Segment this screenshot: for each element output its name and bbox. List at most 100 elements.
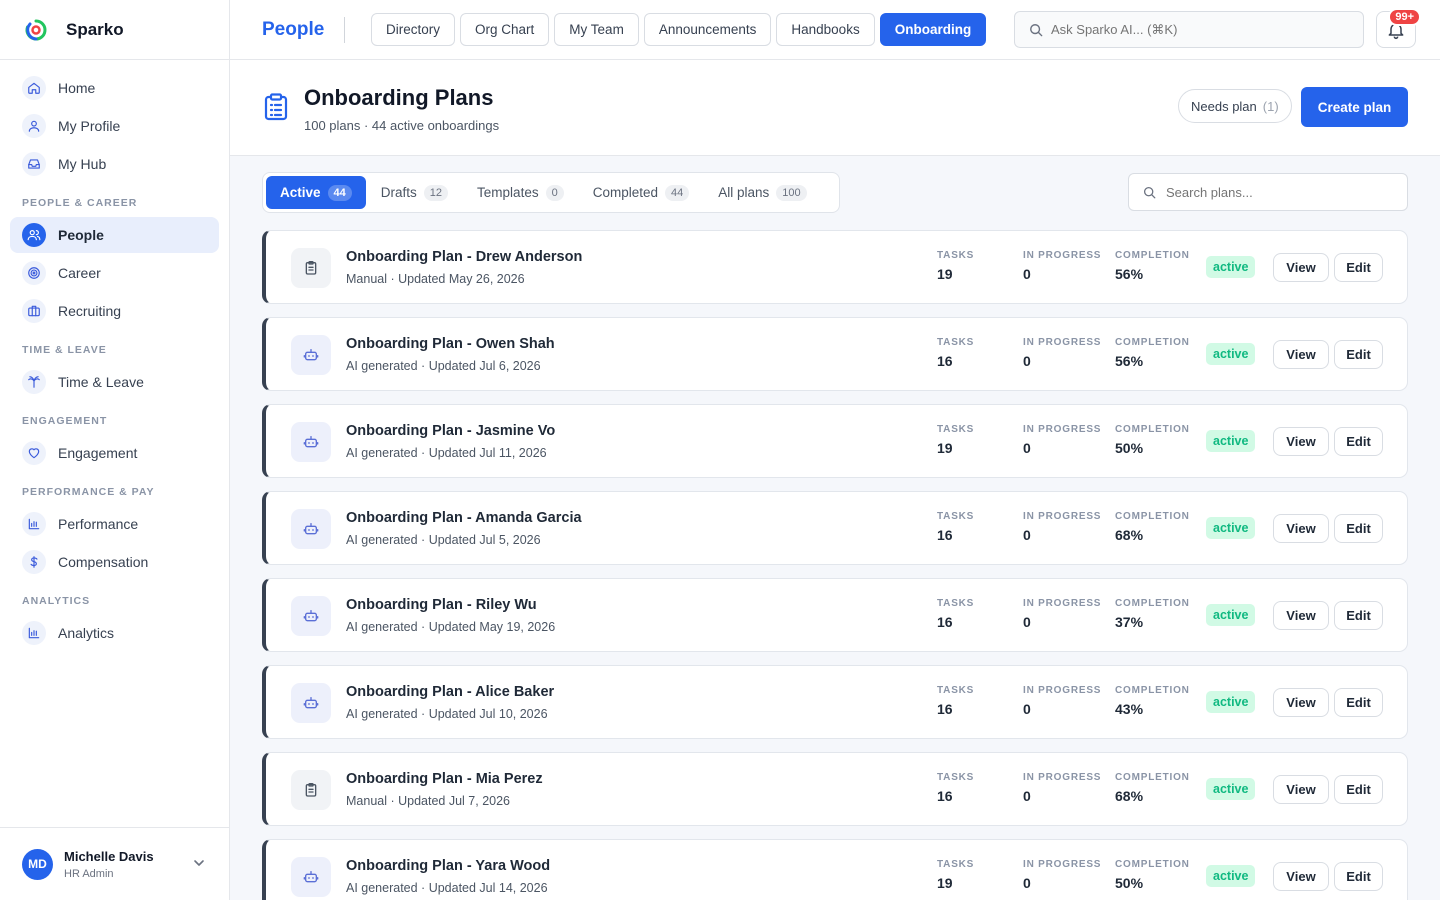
edit-button[interactable]: Edit [1334,601,1383,630]
filter-tab-completed[interactable]: Completed 44 [579,176,704,209]
plan-meta: AI generated · Updated May 19, 2026 [346,620,556,634]
filter-tab-count: 44 [665,184,690,201]
sidebar-item-my-profile[interactable]: My Profile [10,108,219,144]
sidebar-item-label: Engagement [58,445,138,461]
plan-card[interactable]: Onboarding Plan - Riley Wu AI generated … [262,578,1408,652]
tab-directory[interactable]: Directory [371,13,456,46]
plan-icon-6 [291,770,331,810]
stat-tasks: TASKS 16 [937,598,974,630]
stat-value: 16 [937,353,953,369]
stat-tasks: TASKS 16 [937,511,974,543]
tab-org-chart[interactable]: Org Chart [460,13,550,46]
plan-card[interactable]: Onboarding Plan - Alice Baker AI generat… [262,665,1408,739]
filter-tab-label: Completed [592,185,658,200]
edit-button[interactable]: Edit [1334,862,1383,891]
view-button[interactable]: View [1273,688,1329,717]
stat-value: 0 [1023,527,1031,543]
plan-card[interactable]: Onboarding Plan - Owen Shah AI generated… [262,317,1408,391]
stat-completion: COMPLETION 56% [1115,337,1190,369]
edit-button[interactable]: Edit [1334,775,1383,804]
edit-button[interactable]: Edit [1334,253,1383,282]
plan-search-input[interactable] [1166,184,1396,200]
filter-tab-label: Active [280,185,321,200]
sidebar-item-performance[interactable]: Performance [10,506,219,542]
sidebar-item-recruiting[interactable]: Recruiting [10,293,219,329]
tab-onboarding[interactable]: Onboarding [879,13,987,46]
plan-meta: Manual · Updated Jul 7, 2026 [346,794,510,808]
view-button[interactable]: View [1273,862,1329,891]
search-icon [1143,186,1156,198]
view-button[interactable]: View [1273,253,1329,282]
filter-tab-drafts[interactable]: Drafts 12 [367,176,462,209]
stat-completion: COMPLETION 56% [1115,250,1190,282]
stat-label: IN PROGRESS [1023,424,1102,435]
edit-button[interactable]: Edit [1334,514,1383,543]
sidebar-item-engagement[interactable]: Engagement [10,435,219,471]
filter-tab-active[interactable]: Active 44 [266,176,366,209]
plan-card[interactable]: Onboarding Plan - Drew Anderson Manual ·… [262,230,1408,304]
clipboard-icon [305,261,317,275]
plan-meta: Manual · Updated May 26, 2026 [346,272,525,286]
sidebar-item-time-leave[interactable]: Time & Leave [10,364,219,400]
view-button[interactable]: View [1273,775,1329,804]
filter-tab-all-plans[interactable]: All plans 100 [704,176,820,209]
tab-announcements[interactable]: Announcements [643,13,772,46]
notifications-button[interactable]: 99+ [1376,8,1421,48]
stat-label: IN PROGRESS [1023,250,1102,261]
plan-card[interactable]: Onboarding Plan - Mia Perez Manual · Upd… [262,752,1408,826]
stat-label: COMPLETION [1115,250,1190,261]
stat-completion: COMPLETION 37% [1115,598,1190,630]
sidebar-item-label: My Profile [58,118,121,134]
stat-label: TASKS [937,511,975,522]
stat-label: COMPLETION [1115,337,1190,348]
section-tabs: Directory Org Chart My Team Announcements Ha… [371,13,990,47]
status-badge: active [1206,517,1256,539]
ai-search-input[interactable] [1051,22,1351,37]
plan-icon-7 [291,857,331,897]
sidebar-item-label: People [58,227,104,243]
plan-card[interactable]: Onboarding Plan - Jasmine Vo AI generate… [262,404,1408,478]
sidebar-item-analytics[interactable]: Analytics [10,615,219,651]
sidebar-item-home[interactable]: Home [10,70,219,106]
sidebar-item-label: Analytics [58,625,115,641]
stat-in-progress: IN PROGRESS 0 [1023,511,1101,543]
chevron-down-icon[interactable] [193,857,205,869]
stat-value: 0 [1023,788,1031,804]
stat-in-progress: IN PROGRESS 0 [1023,859,1101,891]
brand[interactable]: Sparko [0,0,229,60]
sidebar-item-career[interactable]: Career [10,255,219,291]
needs-plan-count: (1) [1262,98,1279,114]
edit-button[interactable]: Edit [1334,688,1383,717]
plan-card[interactable]: Onboarding Plan - Amanda Garcia AI gener… [262,491,1408,565]
view-button[interactable]: View [1273,514,1329,543]
view-button[interactable]: View [1273,427,1329,456]
plan-search-box[interactable] [1128,173,1408,211]
ai-search-box[interactable] [1014,11,1364,48]
needs-plan-button[interactable]: Needs plan (1) [1178,89,1292,123]
stat-label: IN PROGRESS [1023,598,1102,609]
sidebar-item-label: My Hub [58,156,107,172]
stat-value: 56% [1115,266,1144,282]
stat-tasks: TASKS 19 [937,424,974,456]
user-menu[interactable]: MD Michelle Davis HR Admin [0,827,229,900]
filter-tab-count: 12 [423,184,449,201]
tab-handbooks[interactable]: Handbooks [776,13,875,46]
sidebar-item-people[interactable]: People [10,217,219,253]
view-button[interactable]: View [1273,340,1329,369]
edit-button[interactable]: Edit [1334,427,1383,456]
stat-value: 19 [937,440,953,456]
filter-tab-label: Templates [477,185,539,200]
plan-card[interactable]: Onboarding Plan - Yara Wood AI generated… [262,839,1408,900]
clipboard-icon [305,783,317,797]
stat-label: TASKS [937,772,975,783]
view-button[interactable]: View [1273,601,1329,630]
tab-my-team[interactable]: My Team [554,13,639,46]
edit-button[interactable]: Edit [1334,340,1383,369]
stat-tasks: TASKS 16 [937,337,974,369]
filter-tab-templates[interactable]: Templates 0 [463,176,578,209]
sidebar-item-my-hub[interactable]: My Hub [10,146,219,182]
notification-badge: 99+ [1388,8,1421,26]
create-plan-button[interactable]: Create plan [1301,87,1408,127]
sidebar-item-compensation[interactable]: Compensation [10,544,219,580]
stat-value: 0 [1023,701,1031,717]
